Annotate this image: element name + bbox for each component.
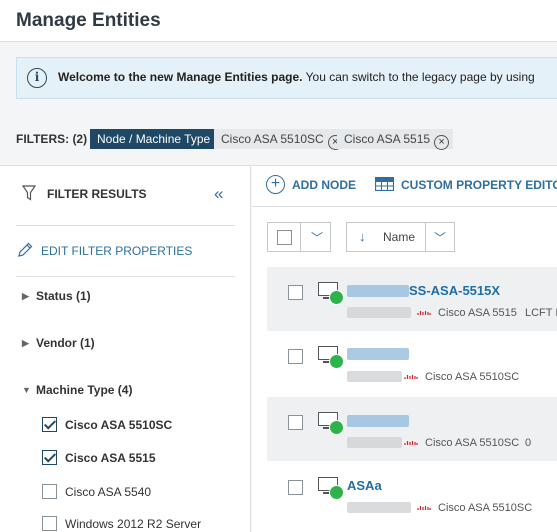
banner-text: Welcome to the new Manage Entities page.… (58, 70, 535, 84)
divider (425, 223, 426, 251)
table-row[interactable]: ASAa Cisco ASA 5510SC (267, 462, 557, 526)
arrow-down-icon[interactable]: ↓ (359, 229, 366, 244)
machine-type-text: Cisco ASA 5515 (438, 307, 517, 319)
filter-sidebar: FILTER RESULTS « EDIT FILTER PROPERTIES … (0, 165, 251, 532)
info-banner: i Welcome to the new Manage Entities pag… (16, 57, 557, 99)
machine-type-label: Windows 2012 R2 Server (65, 517, 202, 531)
edit-filter-properties-label: EDIT FILTER PROPERTIES (41, 244, 193, 258)
divider (300, 223, 301, 251)
redacted-name (347, 415, 409, 427)
cisco-logo-icon (404, 375, 418, 379)
node-icon (318, 346, 346, 370)
checkbox[interactable] (42, 484, 57, 499)
row-checkbox[interactable] (288, 480, 303, 495)
info-icon: i (27, 68, 47, 88)
plus-circle-icon: + (266, 175, 285, 194)
remove-filter-icon[interactable]: × (434, 135, 450, 150)
redacted-detail (347, 371, 402, 382)
node-extra-text: LCFT IT (525, 307, 557, 319)
row-checkbox[interactable] (288, 415, 303, 430)
node-icon (318, 412, 346, 436)
status-up-icon (329, 420, 344, 435)
checkbox-checked[interactable] (42, 417, 57, 432)
caret-right-icon: ▶ (22, 291, 29, 301)
caret-right-icon: ▶ (22, 338, 29, 348)
machine-type-text: Cisco ASA 5510SC (438, 502, 533, 514)
filters-label: FILTERS: (2) (16, 132, 88, 146)
machine-type-text: Cisco ASA 5510SC (425, 371, 520, 383)
double-chevron-left-icon[interactable]: « (214, 184, 223, 204)
toolbar: + ADD NODE CUSTOM PROPERTY EDITO (252, 166, 557, 207)
custom-property-editor-label: CUSTOM PROPERTY EDITO (401, 178, 557, 192)
table-row[interactable]: Cisco ASA 5510SC (267, 333, 557, 397)
filter-group-label: Status (1) (36, 289, 91, 303)
chevron-down-icon[interactable]: ﹀ (311, 229, 323, 246)
list-controls: ﹀ ↓ Name ﹀ (252, 207, 557, 264)
redacted-detail (347, 437, 402, 448)
sort-dropdown[interactable]: ↓ Name ﹀ (346, 222, 455, 252)
filter-group-label: Machine Type (4) (36, 383, 133, 397)
filter-group-label: Vendor (1) (36, 336, 95, 350)
filter-chip: Cisco ASA 5515 × (337, 129, 454, 150)
filter-chip-label: Cisco ASA 5515 (344, 132, 431, 146)
status-up-icon (329, 354, 344, 369)
cisco-logo-icon (404, 441, 418, 445)
redacted-detail (347, 307, 411, 318)
redacted-detail (347, 502, 411, 513)
funnel-icon (22, 185, 36, 201)
table-icon (375, 177, 394, 191)
status-up-icon (329, 485, 344, 500)
machine-type-label: Cisco ASA 5540 (65, 485, 152, 499)
node-icon (318, 282, 346, 306)
select-all-dropdown[interactable]: ﹀ (267, 222, 331, 252)
divider (16, 276, 235, 277)
chevron-down-icon[interactable]: ﹀ (434, 229, 446, 246)
page-title: Manage Entities (16, 10, 161, 31)
table-row[interactable]: SS-ASA-5515X Cisco ASA 5515 LCFT IT (267, 267, 557, 331)
entities-panel: + ADD NODE CUSTOM PROPERTY EDITO ﹀ ↓ Nam… (252, 165, 557, 532)
table-row[interactable]: Cisco ASA 5510SC 0 (267, 397, 557, 461)
node-name-link[interactable]: SS-ASA-5515X (409, 283, 500, 298)
pencil-icon (18, 242, 33, 257)
cisco-logo-icon (417, 311, 431, 315)
filter-type-chip: Node / Machine Type (90, 129, 218, 149)
machine-type-text: Cisco ASA 5510SC (425, 437, 520, 449)
node-name-link[interactable]: ASAa (347, 478, 382, 493)
status-up-icon (329, 290, 344, 305)
checkbox-checked[interactable] (42, 450, 57, 465)
machine-type-label: Cisco ASA 5515 (65, 451, 156, 465)
redacted-name (347, 285, 409, 297)
caret-down-icon: ▼ (22, 385, 31, 395)
node-icon (318, 477, 346, 501)
redacted-name (347, 348, 409, 360)
filter-chip: Cisco ASA 5510SC × (214, 129, 347, 150)
banner-bold-text: Welcome to the new Manage Entities page. (58, 70, 303, 84)
page-header: Manage Entities (0, 0, 557, 42)
banner-message: You can switch to the legacy page by usi… (302, 70, 535, 84)
row-checkbox[interactable] (288, 349, 303, 364)
checkbox[interactable] (42, 516, 57, 531)
add-node-label: ADD NODE (292, 178, 357, 192)
filter-results-title: FILTER RESULTS (47, 187, 147, 201)
select-all-checkbox[interactable] (277, 230, 292, 245)
cisco-logo-icon (417, 506, 431, 510)
machine-type-label: Cisco ASA 5510SC (65, 418, 173, 432)
node-extra-text: 0 (525, 437, 532, 449)
sort-label: Name (383, 230, 416, 244)
filter-chip-label: Cisco ASA 5510SC (221, 132, 324, 146)
row-checkbox[interactable] (288, 285, 303, 300)
divider (16, 225, 235, 226)
